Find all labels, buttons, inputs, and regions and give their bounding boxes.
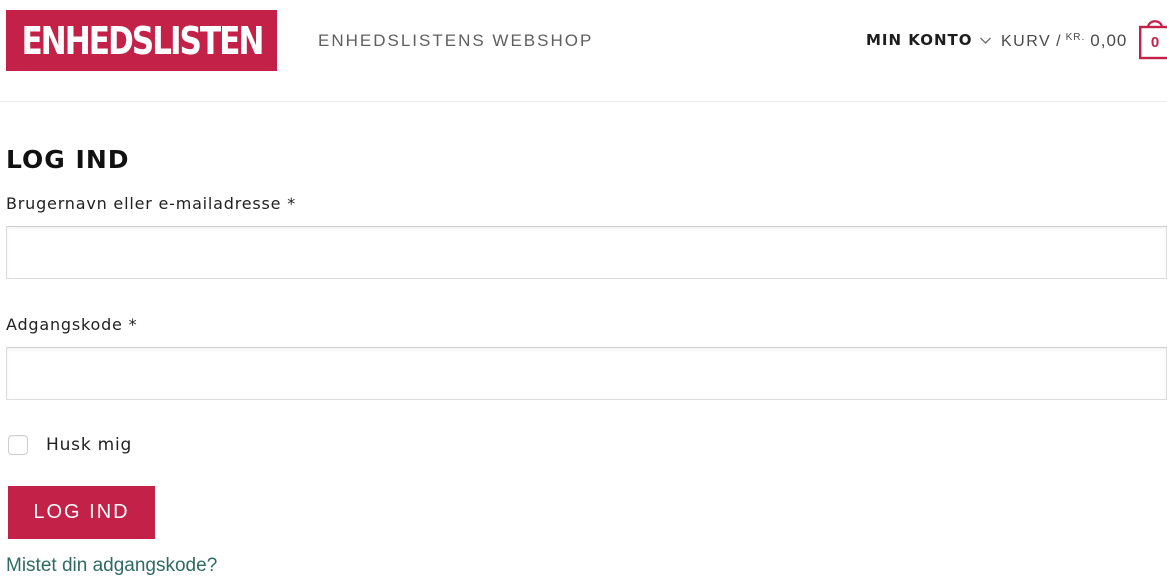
cart-separator: / bbox=[1056, 33, 1061, 50]
page-title: LOG IND bbox=[6, 145, 130, 174]
password-input[interactable] bbox=[6, 347, 1167, 400]
lost-password-link[interactable]: Mistet din adgangskode? bbox=[6, 555, 217, 577]
site-logo[interactable]: ENHEDSLISTEN bbox=[6, 10, 277, 71]
cart-currency: KR. bbox=[1065, 32, 1086, 43]
logo-text: ENHEDSLISTEN bbox=[21, 18, 264, 63]
account-menu-button[interactable]: MIN KONTO bbox=[866, 31, 992, 49]
site-tagline[interactable]: ENHEDSLISTENS WEBSHOP bbox=[318, 31, 593, 51]
username-label: Brugernavn eller e-mailadresse * bbox=[6, 194, 297, 213]
account-menu-label: MIN KONTO bbox=[866, 31, 973, 49]
password-label: Adgangskode * bbox=[6, 315, 138, 334]
cart-label: KURV bbox=[1001, 33, 1052, 50]
cart-count-badge: 0 bbox=[1150, 33, 1160, 51]
remember-me-checkbox[interactable] bbox=[8, 435, 28, 455]
login-button[interactable]: LOG IND bbox=[8, 486, 155, 539]
remember-me-label: Husk mig bbox=[46, 435, 133, 455]
cart-amount: 0,00 bbox=[1090, 31, 1128, 50]
chevron-down-icon bbox=[979, 37, 991, 44]
username-input[interactable] bbox=[6, 226, 1167, 279]
cart-link[interactable]: KURV / KR. 0,00 bbox=[1001, 31, 1127, 51]
remember-me-option[interactable]: Husk mig bbox=[8, 435, 132, 455]
site-header: ENHEDSLISTEN ENHEDSLISTENS WEBSHOP MIN K… bbox=[0, 0, 1167, 102]
